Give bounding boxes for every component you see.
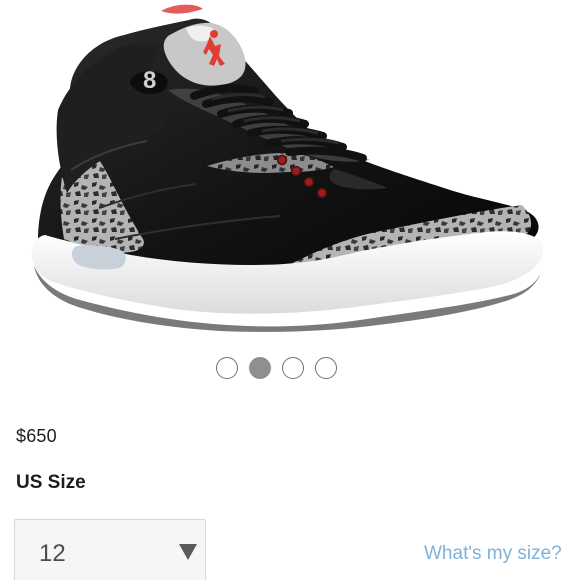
product-page: 8 $650 US Size 12 What's my size? bbox=[0, 0, 580, 580]
carousel-dot-4[interactable] bbox=[315, 357, 337, 379]
image-carousel-dots bbox=[216, 357, 337, 379]
collar-top bbox=[161, 4, 203, 14]
chevron-down-icon bbox=[179, 544, 197, 560]
size-selected-value: 12 bbox=[39, 540, 66, 567]
size-help-link[interactable]: What's my size? bbox=[424, 543, 562, 565]
carousel-dot-3[interactable] bbox=[282, 357, 304, 379]
product-price: $650 bbox=[16, 426, 57, 446]
jumpman-head bbox=[210, 30, 218, 38]
sneaker-illustration: 8 bbox=[31, 4, 544, 332]
carousel-dot-2-active[interactable] bbox=[249, 357, 271, 379]
size-label: US Size bbox=[16, 472, 86, 493]
size-select[interactable]: 12 bbox=[14, 519, 206, 580]
product-image[interactable]: 8 bbox=[0, 0, 580, 345]
svg-text:8: 8 bbox=[143, 67, 156, 94]
carousel-dot-1[interactable] bbox=[216, 357, 238, 379]
